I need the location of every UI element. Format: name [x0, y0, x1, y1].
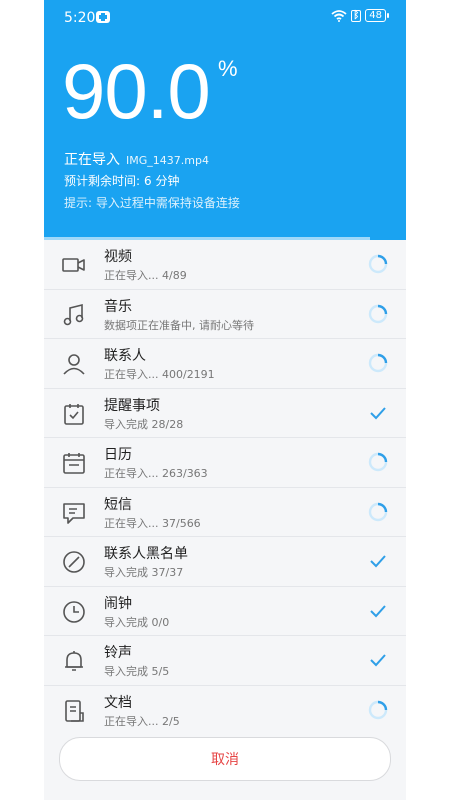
item-title: 音乐: [104, 298, 132, 315]
percent-sign: %: [218, 56, 238, 81]
list-item-blocklist: 联系人黑名单 导入完成 37/37: [44, 537, 406, 587]
item-status: 导入完成 28/28: [104, 417, 184, 431]
list-item-contacts: 联系人 正在导入... 400/2191: [44, 339, 406, 389]
list-item-music: 音乐 数据项正在准备中, 请耐心等待: [44, 290, 406, 339]
music-icon: [61, 302, 87, 328]
importing-line: 正在导入 IMG_1437.mp4: [64, 149, 209, 169]
item-status: 导入完成 5/5: [104, 665, 170, 678]
list-item-messages: 短信 正在导入... 37/566: [44, 488, 406, 537]
loading-spinner-icon: [367, 352, 389, 374]
remaining-value: 6 分钟: [144, 174, 180, 188]
status-bar: 5:20 ᛒ 48: [44, 0, 406, 34]
item-title: 文档: [104, 694, 132, 711]
calendar-icon: [61, 450, 87, 476]
list-item-calendar: 日历 正在导入... 263/363: [44, 438, 406, 488]
item-status: 正在导入... 400/2191: [104, 368, 215, 381]
document-icon: [61, 698, 87, 724]
item-title: 日历: [104, 447, 132, 463]
reminder-icon: [61, 401, 87, 427]
list-item-alarm: 闹钟 导入完成 0/0: [44, 587, 406, 636]
list-item-video: 视频 正在导入... 4/89: [44, 240, 406, 290]
wifi-icon: [331, 9, 347, 22]
list-item-reminders: 提醒事项 导入完成 28/28: [44, 389, 406, 438]
item-title: 提醒事项: [104, 397, 160, 414]
importing-file-name: IMG_1437.mp4: [126, 154, 209, 167]
loading-spinner-icon: [367, 501, 389, 523]
bell-icon: [61, 648, 87, 674]
item-status: 导入完成 0/0: [104, 615, 170, 629]
person-icon: [61, 351, 87, 377]
phone-screen: 5:20 ᛒ 48 90.0 % 正在导入 IMG_1437.mp4 预计剩余时…: [44, 0, 406, 800]
loading-spinner-icon: [367, 303, 389, 325]
item-title: 视频: [104, 249, 132, 265]
item-title: 铃声: [104, 645, 132, 661]
item-title: 闹钟: [104, 595, 132, 612]
item-status: 正在导入... 4/89: [104, 269, 187, 282]
item-status: 正在导入... 2/5: [104, 714, 180, 728]
check-icon: [367, 600, 389, 622]
progress-percent: 90.0: [62, 47, 211, 135]
remaining-time: 预计剩余时间: 6 分钟: [64, 172, 180, 189]
remaining-label: 预计剩余时间:: [64, 174, 141, 188]
app-notification-icon: [96, 11, 110, 23]
loading-spinner-icon: [367, 253, 389, 275]
item-status: 数据项正在准备中, 请耐心等待: [104, 318, 254, 332]
check-icon: [367, 550, 389, 572]
list-item-documents: 文档 正在导入... 2/5: [44, 686, 406, 735]
clock-icon: [61, 599, 87, 625]
check-icon: [367, 649, 389, 671]
message-icon: [61, 500, 87, 526]
cancel-button[interactable]: 取消: [59, 737, 391, 781]
video-icon: [61, 252, 87, 278]
item-title: 短信: [104, 496, 132, 513]
bluetooth-icon: ᛒ: [351, 9, 362, 22]
list-item-ringtones: 铃声 导入完成 5/5: [44, 636, 406, 686]
item-title: 联系人黑名单: [104, 546, 188, 562]
check-icon: [367, 402, 389, 424]
loading-spinner-icon: [367, 699, 389, 721]
hint-text: 提示: 导入过程中需保持设备连接: [64, 196, 240, 210]
progress-header: 5:20 ᛒ 48 90.0 % 正在导入 IMG_1437.mp4 预计剩余时…: [44, 0, 406, 240]
item-status: 正在导入... 37/566: [104, 516, 201, 530]
item-title: 联系人: [104, 348, 146, 364]
status-right: ᛒ 48: [331, 9, 389, 22]
import-item-list: 视频 正在导入... 4/89 音乐 数据项正在准备中, 请耐心等待 联系人 正…: [44, 240, 406, 734]
loading-spinner-icon: [367, 451, 389, 473]
item-status: 正在导入... 263/363: [104, 467, 208, 480]
item-status: 导入完成 37/37: [104, 566, 184, 579]
battery-icon: 48: [365, 9, 389, 22]
block-icon: [61, 549, 87, 575]
importing-label: 正在导入: [64, 152, 120, 168]
status-time: 5:20: [64, 10, 96, 26]
